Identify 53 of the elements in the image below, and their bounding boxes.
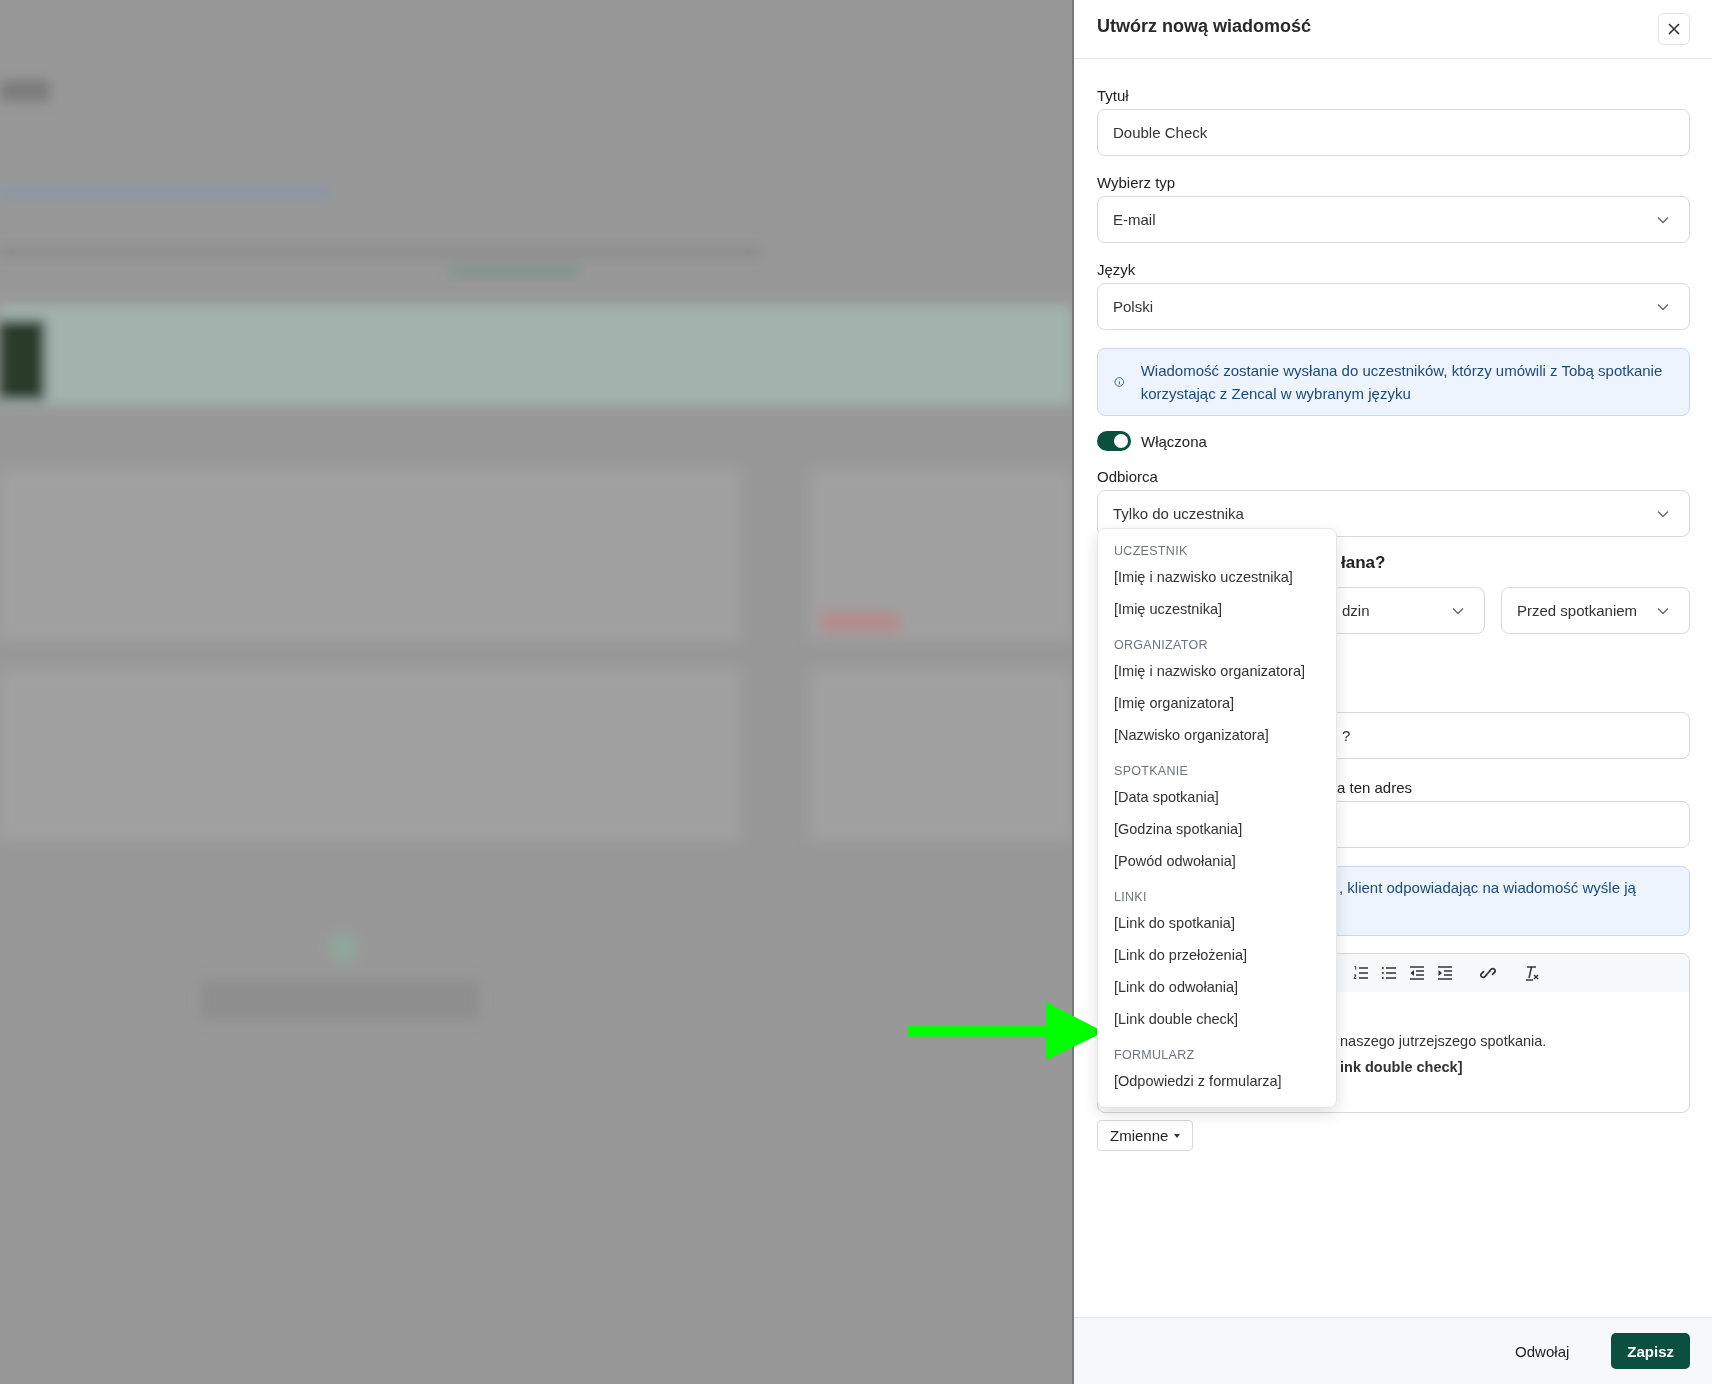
select-field[interactable]: Polski bbox=[1097, 283, 1690, 330]
recipient-select[interactable]: Tylko do uczestnika bbox=[1097, 490, 1690, 537]
menu-item[interactable]: [Imię i nazwisko organizatora] bbox=[1098, 655, 1321, 687]
outdent-icon[interactable] bbox=[1409, 965, 1425, 981]
menu-item[interactable]: [Nazwisko organizatora] bbox=[1098, 719, 1285, 751]
chevron-down-icon bbox=[1657, 509, 1669, 518]
editor-text: ink double check] bbox=[1340, 1059, 1463, 1075]
info-icon bbox=[1114, 374, 1125, 390]
section-heading: łana? bbox=[1341, 553, 1386, 572]
menu-group-heading: ORGANIZATOR bbox=[1113, 637, 1209, 654]
notice-text: Wiadomość zostanie wysłana do uczestników, którzy umówili z Tobą spotkanie korzystając z Zencal w wybranym języku bbox=[1140, 361, 1664, 404]
indent-icon[interactable] bbox=[1437, 965, 1453, 981]
toggle-switch[interactable] bbox=[1097, 431, 1131, 451]
save-button[interactable]: Zapisz bbox=[1611, 1333, 1690, 1369]
menu-item[interactable]: [Imię uczestnika] bbox=[1098, 593, 1238, 625]
menu-item[interactable]: [Odpowiedzi z formularza] bbox=[1098, 1065, 1298, 1097]
menu-item[interactable]: [Link do odwołania] bbox=[1098, 971, 1255, 1003]
menu-item[interactable]: [Link do spotkania] bbox=[1098, 907, 1251, 939]
cancel-button[interactable]: Odwołaj bbox=[1499, 1333, 1586, 1369]
menu-group-heading: LINKI bbox=[1113, 889, 1148, 906]
menu-item[interactable]: [Godzina spotkania] bbox=[1098, 813, 1259, 845]
bullet-list-icon[interactable] bbox=[1381, 965, 1397, 981]
variables-button[interactable]: Zmienne bbox=[1097, 1120, 1194, 1151]
close-icon bbox=[1667, 22, 1681, 36]
title-input[interactable]: Double Check bbox=[1097, 109, 1690, 156]
menu-item[interactable]: [Link double check] bbox=[1098, 1003, 1255, 1035]
chevron-down-icon bbox=[1452, 606, 1464, 615]
toggle-label: Włączona bbox=[1141, 432, 1207, 450]
menu-item[interactable]: [Data spotkania] bbox=[1098, 781, 1235, 813]
close-button[interactable] bbox=[1658, 13, 1690, 45]
clear-format-icon[interactable] bbox=[1523, 965, 1539, 981]
field-label: Tytuł bbox=[1097, 87, 1130, 105]
select-field[interactable]: E-mail bbox=[1097, 196, 1690, 243]
timing-select[interactable]: Przed spotkaniem bbox=[1501, 587, 1690, 634]
caret-icon bbox=[1174, 1133, 1181, 1138]
field-label: Język bbox=[1097, 261, 1137, 279]
chevron-down-icon bbox=[1657, 302, 1669, 311]
menu-item[interactable]: [Powód odwołania] bbox=[1098, 845, 1252, 877]
ordered-list-icon[interactable] bbox=[1353, 965, 1369, 981]
link-icon[interactable] bbox=[1480, 965, 1496, 981]
field-label: Odbiorca bbox=[1097, 468, 1159, 486]
notice-text: , klient odpowiadając na wiadomość wyśle ją bbox=[1339, 878, 1636, 898]
field-label: Wybierz typ bbox=[1097, 174, 1177, 192]
chevron-down-icon bbox=[1657, 606, 1669, 615]
menu-item[interactable]: [Link do przełożenia] bbox=[1098, 939, 1263, 971]
menu-group-heading: SPOTKANIE bbox=[1113, 763, 1190, 780]
menu-item[interactable]: [Imię i nazwisko uczestnika] bbox=[1098, 561, 1309, 593]
dialog-title: Utwórz nową wiadomość bbox=[1097, 15, 1312, 37]
field-label: a ten adres bbox=[1337, 779, 1413, 796]
menu-group-heading: FORMULARZ bbox=[1113, 1047, 1196, 1064]
menu-group-heading: UCZESTNIK bbox=[1113, 543, 1189, 560]
chevron-down-icon bbox=[1657, 215, 1669, 224]
editor-text: naszego jutrzejszego spotkania. bbox=[1340, 1033, 1547, 1049]
